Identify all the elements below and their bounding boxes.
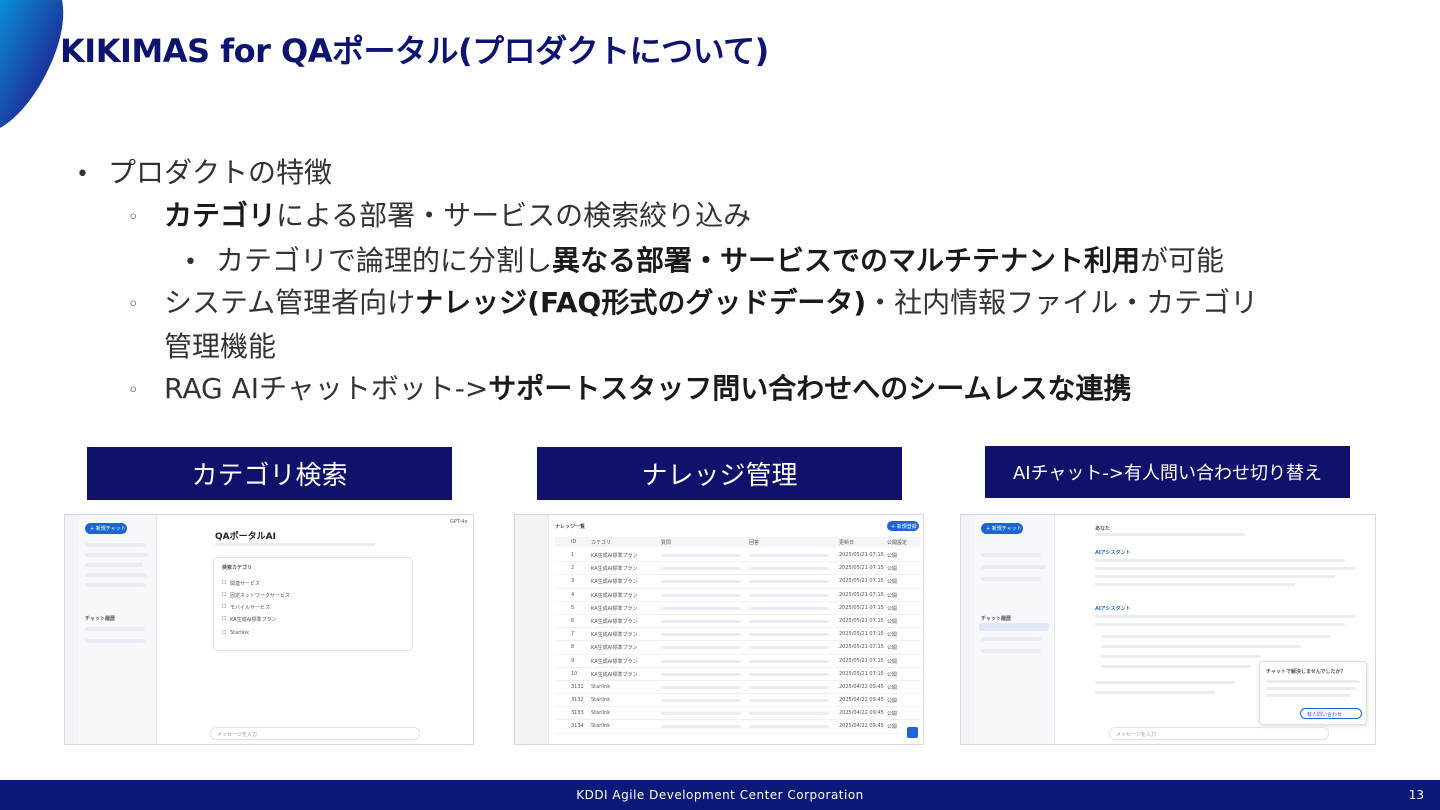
assistant-label: AIアシスタント (1095, 550, 1131, 556)
bullet-rag: RAG AIチャットボット->サポートスタッフ問い合わせへのシームレスな連携 (164, 369, 1131, 409)
history-header: チャット履歴 (981, 616, 1011, 622)
table-row[interactable]: 3133 Starlink 2025/04/22 09:45 公開 (555, 707, 921, 721)
new-chat-button[interactable]: + 新規チャット (981, 523, 1023, 534)
history-item-active[interactable] (979, 623, 1049, 631)
table-row[interactable]: 9 KA生成AI標準プラン 2025/05/21 07:15 公開 (555, 655, 921, 668)
history-header: チャット履歴 (85, 616, 115, 622)
bullet-dot: • (184, 250, 197, 275)
table-body: 1 KA生成AI標準プラン 2025/05/21 07:15 公開 2 KA生成AI標準プ… (555, 549, 921, 734)
bullet-category-rest: による部署・サービスの検索絞り込み (276, 199, 752, 232)
assistant-label-2: AIアシスタント (1095, 606, 1131, 612)
message-input[interactable]: メッセージを入力 (210, 727, 420, 740)
slide-title: KIKIMAS for QAポータル(プロダクトについて) (60, 32, 769, 70)
bullet-knowledge: システム管理者向けナレッジ(FAQ形式のグッドデータ)・社内情報ファイル・カテゴ… (164, 283, 1258, 323)
category-panel: 検索カテゴリ ☐ 関連サービス ☐ 固定ネットワークサービス ☐ モバイルサービス ☐… (213, 557, 413, 651)
bullet-rag-pre: RAG AIチャットボット-> (164, 372, 489, 405)
bullet-dot: • (76, 162, 89, 187)
table-row[interactable]: 2 KA生成AI標準プラン 2025/05/21 07:15 公開 (555, 562, 921, 576)
escalation-popup: チャットで解決しませんでしたか？ 有人問い合わせ (1259, 661, 1367, 725)
admin-rail (515, 515, 549, 744)
list-title: ナレッジ一覧 (555, 524, 586, 530)
bullet-multitenant-post: が可能 (1140, 244, 1225, 277)
app-title: QAポータルAI (215, 532, 276, 542)
bullet-features: プロダクトの特徴 (108, 156, 333, 189)
screenshot-category-search: + 新規チャット チャット履歴 QAポータルAI GPT-4o 検索カテゴリ ☐… (64, 514, 474, 745)
table-row[interactable]: 4 KA生成AI標準プラン 2025/05/21 07:15 公開 (555, 589, 921, 602)
table-row[interactable]: 5 KA生成AI標準プラン 2025/05/21 07:15 公開 (555, 602, 921, 615)
scroll-top-button[interactable] (907, 727, 918, 738)
table-row[interactable]: 3134 Starlink 2025/04/22 09:45 公開 (555, 720, 921, 734)
page-number: 13 (1408, 788, 1424, 802)
table-row[interactable]: 3132 Starlink 2025/04/22 09:45 公開 (555, 694, 921, 708)
new-knowledge-button[interactable]: + 新規登録 (887, 521, 919, 531)
table-row[interactable]: 1 KA生成AI標準プラン 2025/05/21 07:15 公開 (555, 549, 921, 563)
screenshot-knowledge-management: ナレッジ一覧 + 新規登録 ID カテゴリ 質問 回答 更新日 公開設定 1 KA… (514, 514, 924, 745)
user-label: あなた (1095, 526, 1111, 532)
bullet-circle: ◦ (128, 380, 139, 401)
table-header: ID カテゴリ 質問 回答 更新日 公開設定 (555, 537, 921, 547)
icon-rail (65, 515, 79, 744)
bullet-circle: ◦ (128, 207, 139, 228)
table-row[interactable]: 3 KA生成AI標準プラン 2025/05/21 07:15 公開 (555, 575, 921, 589)
footer-company: KDDI Agile Development Center Corporatio… (576, 788, 864, 802)
checkbox-header: 検索カテゴリ (222, 565, 253, 571)
message-input[interactable]: メッセージを入力 (1109, 727, 1329, 740)
bullet-category-bold: カテゴリ (164, 199, 277, 232)
label-category-search: カテゴリ検索 (87, 447, 452, 500)
table-row[interactable]: 7 KA生成AI標準プラン 2025/05/21 07:15 公開 (555, 628, 921, 642)
label-ai-chat-switch: AIチャット->有人問い合わせ切り替え (985, 446, 1350, 498)
new-chat-button[interactable]: + 新規チャット (85, 523, 127, 534)
bullet-knowledge-post: ・社内情報ファイル・カテゴリ (866, 286, 1259, 319)
model-selector[interactable]: GPT-4o (450, 519, 468, 525)
human-inquiry-button[interactable]: 有人問い合わせ (1300, 708, 1362, 719)
table-row[interactable]: 3131 Starlink 2025/04/22 09:45 公開 (555, 681, 921, 695)
table-row[interactable]: 6 KA生成AI標準プラン 2025/05/21 07:15 公開 (555, 615, 921, 629)
bullet-circle: ◦ (128, 294, 139, 315)
bullet-knowledge-pre: システム管理者向け (164, 286, 416, 319)
label-knowledge-management: ナレッジ管理 (537, 447, 902, 500)
screenshot-ai-chat: + 新規チャット チャット履歴 あなた AIアシスタント AIアシスタント チャ… (960, 514, 1376, 745)
bullet-multitenant-pre: カテゴリで論理的に分割し (216, 244, 553, 277)
bullet-knowledge-bold: ナレッジ(FAQ形式のグッドデータ) (415, 286, 867, 319)
bullet-knowledge-line2: 管理機能 (164, 330, 277, 363)
bullet-multitenant-bold: 異なる部署・サービスでのマルチテナント利用 (552, 244, 1141, 277)
icon-rail (961, 515, 975, 744)
table-row[interactable]: 8 KA生成AI標準プラン 2025/05/21 07:15 公開 (555, 641, 921, 655)
footer: KDDI Agile Development Center Corporatio… (0, 780, 1440, 810)
bullet-multitenant: カテゴリで論理的に分割し異なる部署・サービスでのマルチテナント利用が可能 (216, 241, 1224, 281)
bullet-category: カテゴリによる部署・サービスの検索絞り込み (164, 196, 751, 236)
bullet-rag-bold: サポートスタッフ問い合わせへのシームレスな連携 (488, 372, 1132, 405)
table-row[interactable]: 10 KA生成AI標準プラン 2025/05/21 07:15 公開 (555, 668, 921, 681)
